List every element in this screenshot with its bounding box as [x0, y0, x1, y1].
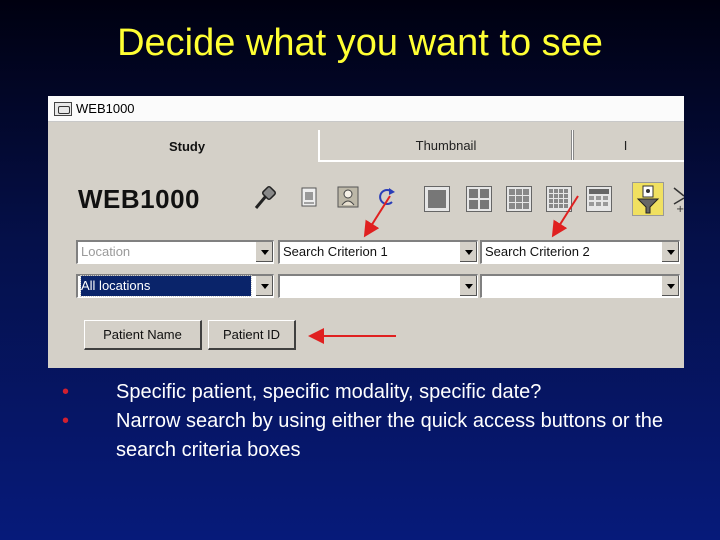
bullet-dot: • [62, 381, 70, 403]
brand-logo: WEB1000 [78, 184, 200, 214]
refresh-icon[interactable] [372, 182, 400, 212]
document-icon[interactable] [296, 182, 324, 212]
bullet-dot: • [62, 410, 70, 432]
search-criterion-1-dropdown-button[interactable] [459, 242, 477, 262]
grid-4x4-glyph [549, 189, 568, 208]
search-criterion-1-label: Search Criterion 1 [283, 244, 388, 259]
bullet-item: • Specific patient, specific modality, s… [60, 378, 680, 407]
search-criterion-2-dropdown-button[interactable] [661, 242, 679, 262]
tab-study[interactable]: Study [56, 130, 318, 162]
window-title: WEB1000 [76, 101, 135, 116]
search-criterion-2-combo[interactable]: Search Criterion 2 [480, 240, 680, 264]
location-placeholder: Location [81, 244, 131, 259]
grid-3x3-icon[interactable] [506, 186, 532, 212]
grid-2x2-glyph [469, 189, 489, 209]
tab-thumbnail[interactable]: Thumbnail [318, 130, 572, 162]
window-titlebar: WEB1000 [48, 96, 684, 122]
grid-2x2-icon[interactable] [466, 186, 492, 212]
single-view-icon[interactable] [424, 186, 450, 212]
search-criterion-1-value[interactable] [278, 274, 478, 298]
location-select[interactable]: All locations [76, 274, 274, 298]
patient-portrait-icon[interactable] [334, 182, 362, 212]
location-select-dropdown-button[interactable] [255, 276, 273, 296]
search-criterion-2-value-dropdown-button[interactable] [661, 276, 679, 296]
search-criterion-2-value[interactable] [480, 274, 680, 298]
app-window: WEB1000 Study Thumbnail I WEB1000 + Loca… [48, 96, 684, 368]
calendar-grid-glyph [589, 189, 609, 206]
grid-4x4-icon[interactable] [546, 186, 572, 212]
calendar-grid-icon[interactable] [586, 186, 612, 212]
svg-text:+: + [676, 204, 684, 214]
tab-third-label: I [623, 137, 628, 153]
search-criterion-1-value-dropdown-button[interactable] [459, 276, 477, 296]
location-dropdown-button[interactable] [255, 242, 273, 262]
slide-title: Decide what you want to see [117, 22, 603, 64]
zoom-tool-icon[interactable]: + [672, 184, 684, 214]
filter-glyph [636, 185, 660, 214]
bullet-text: Narrow search by using either the quick … [116, 410, 663, 461]
tab-bar: Study Thumbnail I [56, 130, 684, 162]
search-criterion-1-combo[interactable]: Search Criterion 1 [278, 240, 478, 264]
tab-third[interactable]: I [572, 130, 684, 162]
filter-icon[interactable] [632, 182, 664, 216]
location-combo[interactable]: Location [76, 240, 274, 264]
app-icon [54, 101, 72, 116]
patient-id-button[interactable]: Patient ID [208, 320, 296, 350]
bullet-item: • Narrow search by using either the quic… [60, 407, 680, 465]
grid-3x3-glyph [509, 189, 529, 209]
search-criterion-2-label: Search Criterion 2 [485, 244, 590, 259]
bullet-text: Specific patient, specific modality, spe… [116, 381, 542, 403]
pin-icon[interactable] [252, 182, 280, 212]
location-selected-value: All locations [80, 275, 252, 297]
bullet-list: • Specific patient, specific modality, s… [60, 378, 680, 465]
patient-name-button[interactable]: Patient Name [84, 320, 202, 350]
